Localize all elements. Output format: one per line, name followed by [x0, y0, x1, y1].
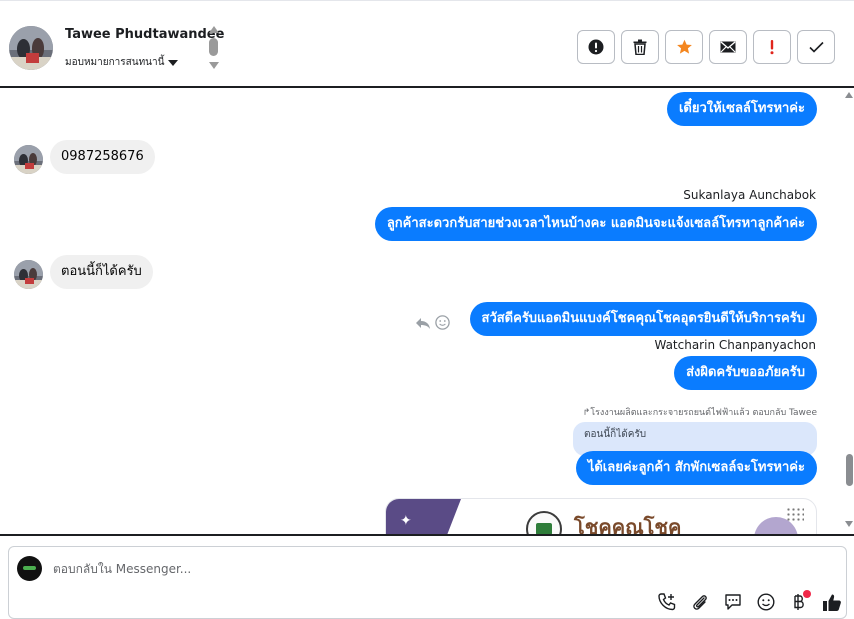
thumbs-up-icon — [823, 594, 841, 611]
contact-avatar-small[interactable] — [14, 260, 43, 289]
message-incoming[interactable]: ตอนนี้ก็ได้ครับ — [50, 255, 153, 289]
call-button[interactable] — [655, 591, 679, 613]
scroll-down-icon[interactable] — [845, 521, 853, 527]
mark-unread-button[interactable] — [709, 30, 747, 64]
scroll-thumb[interactable] — [209, 38, 218, 56]
thread-scrollbar[interactable] — [845, 88, 854, 534]
scroll-down-icon[interactable] — [209, 62, 219, 69]
notification-dot — [803, 590, 811, 598]
message-outgoing[interactable]: ลูกค้าสะดวกรับสายช่วงเวลาไหนบ้างคะ แอดมิ… — [374, 207, 817, 241]
contact-avatar[interactable] — [9, 26, 53, 70]
composer-tools — [655, 590, 844, 613]
star-button[interactable] — [665, 30, 703, 64]
image-attachment-card[interactable]: ✦ โชคคุณโชค — [385, 498, 817, 534]
message-outgoing[interactable]: ส่งผิดครับขออภัยครับ — [674, 356, 817, 390]
assign-label: มอบหมายการสนทนานี้ — [65, 57, 165, 68]
emoji-icon — [757, 593, 775, 611]
page-avatar — [17, 556, 42, 581]
caret-down-icon — [168, 59, 179, 66]
emoji-react-icon[interactable] — [435, 315, 450, 334]
contact-name[interactable]: Tawee Phudtawandee — [65, 27, 224, 42]
chat-bubble-icon — [725, 594, 741, 610]
header-scroll-control[interactable] — [208, 26, 220, 71]
scroll-thumb[interactable] — [846, 454, 853, 486]
message-outgoing[interactable]: สวัสดีครับแอดมินแบงค์โชคคุณโชคอุดรยินดีใ… — [469, 302, 817, 336]
phone-add-icon — [658, 593, 676, 611]
conversation-header: Tawee Phudtawandee มอบหมายการสนทนานี้ — [0, 0, 854, 88]
contact-avatar-small[interactable] — [14, 145, 43, 174]
mail-icon — [720, 41, 736, 53]
sparkle-icon: ✦ — [400, 513, 412, 529]
spam-icon — [588, 39, 604, 55]
paperclip-icon — [693, 595, 707, 610]
mark-important-button[interactable] — [753, 30, 791, 64]
sender-name: Watcharin Chanpanyachon — [654, 338, 816, 352]
saved-replies-button[interactable] — [721, 591, 745, 613]
message-thread[interactable]: เดี๋ยวให้เซลล์โทรหาค่ะ 0987258676 Sukanl… — [0, 88, 854, 534]
important-icon — [770, 40, 774, 55]
composer-area — [0, 534, 854, 619]
message-outgoing[interactable]: เดี๋ยวให้เซลล์โทรหาค่ะ — [666, 92, 817, 126]
scroll-up-icon[interactable] — [845, 92, 853, 98]
brand-logo — [526, 511, 562, 534]
assign-conversation-dropdown[interactable]: มอบหมายการสนทนานี้ — [65, 55, 179, 70]
conversation-actions — [577, 30, 835, 64]
reply-composer[interactable] — [8, 546, 847, 619]
star-icon — [676, 39, 692, 54]
card-brand-text: โชคคุณโชค — [574, 515, 682, 534]
sender-name: Sukanlaya Aunchabok — [683, 188, 816, 202]
mark-spam-button[interactable] — [577, 30, 615, 64]
mark-done-button[interactable] — [797, 30, 835, 64]
payment-button[interactable] — [787, 590, 811, 613]
delete-button[interactable] — [621, 30, 659, 64]
message-outgoing[interactable]: ได้เลยค่ะลูกค้า สักพักเซลล์จะโทรหาค่ะ — [575, 451, 817, 485]
scroll-up-icon[interactable] — [209, 26, 219, 33]
reply-input[interactable] — [53, 560, 813, 578]
reply-context-note: ↱โรงงานผลิตและกระจายรถยนต์ไฟฟ้าแล้ว ตอบก… — [583, 405, 817, 419]
message-hover-tools — [415, 315, 450, 334]
reply-note-text: โรงงานผลิตและกระจายรถยนต์ไฟฟ้าแล้ว ตอบกล… — [590, 408, 817, 418]
trash-icon — [633, 39, 647, 55]
attach-button[interactable] — [688, 591, 712, 613]
message-incoming[interactable]: 0987258676 — [50, 140, 155, 174]
dots-pattern — [786, 507, 804, 521]
check-icon — [808, 41, 824, 53]
emoji-button[interactable] — [754, 591, 778, 613]
like-button[interactable] — [820, 591, 844, 613]
reply-icon[interactable] — [415, 315, 431, 334]
